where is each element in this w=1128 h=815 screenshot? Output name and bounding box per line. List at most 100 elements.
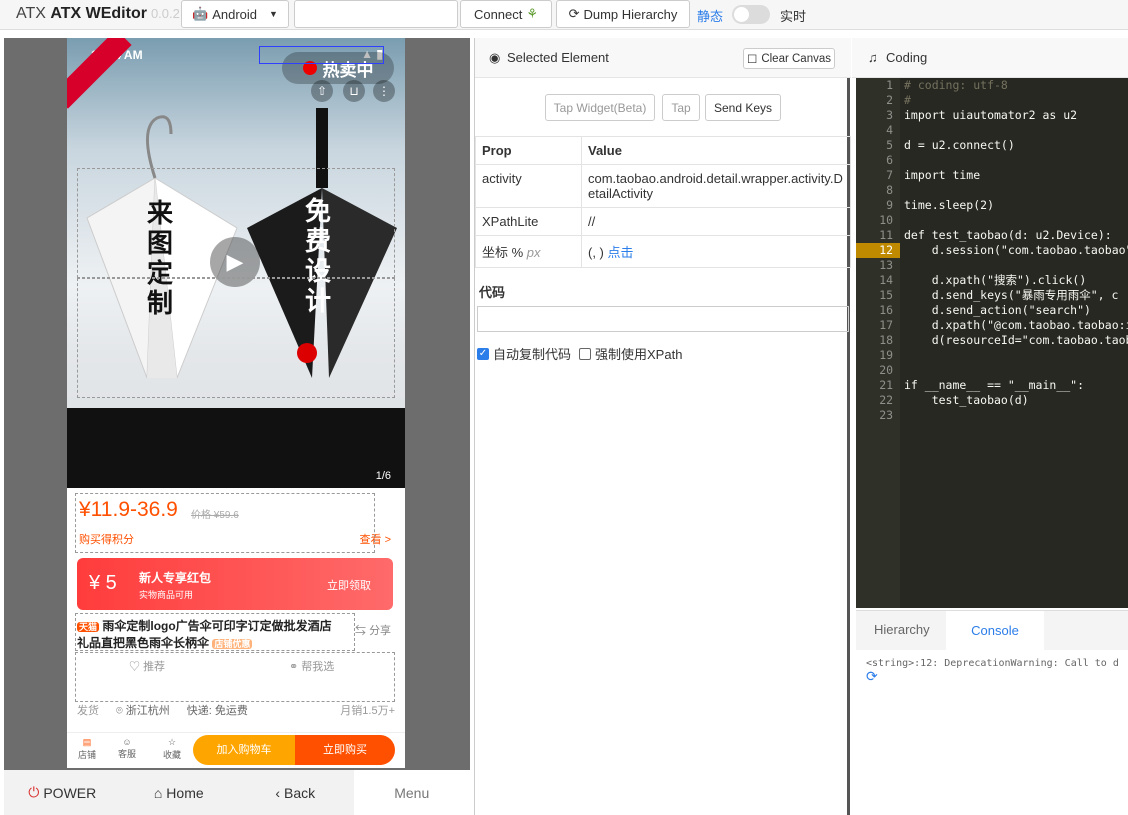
ship-location: 浙江杭州 (125, 705, 170, 717)
ship-from-label: 发货 (77, 705, 99, 717)
clear-canvas-label: Clear Canvas (761, 52, 831, 65)
tab-hierarchy[interactable]: Hierarchy (874, 622, 930, 637)
line-number: 3 (886, 108, 900, 122)
store-icon: ▤ (82, 737, 92, 747)
store-button[interactable]: ▤ 店铺 (77, 737, 97, 761)
buy-now-button[interactable]: 立即购买 (295, 735, 395, 765)
tap-button[interactable]: Tap (662, 94, 700, 121)
code-line[interactable] (904, 258, 1128, 273)
menu-button[interactable]: Menu (353, 770, 470, 815)
realtime-toggle[interactable] (732, 5, 770, 24)
device-nav-bar: ⏻ POWER ⌂ Home ‹ Back Menu (4, 770, 470, 815)
realtime-mode-label: 实时 (780, 9, 807, 24)
power-button[interactable]: ⏻ POWER (4, 770, 121, 815)
coding-header: ♫ Coding (852, 38, 1128, 78)
inspector-panel: ◉ Selected Element ☐ Clear Canvas Tap Wid… (474, 38, 851, 815)
checkbox-icon: ☐ (747, 53, 758, 66)
code-line[interactable] (904, 363, 1128, 378)
value-cell[interactable]: com.taobao.android.detail.wrapper.activi… (581, 164, 851, 208)
connect-button[interactable]: Connect ⚘ (460, 0, 552, 28)
prop-cell: activity (475, 164, 582, 208)
code-line[interactable]: time.sleep(2) (904, 198, 1128, 213)
coord-value: (, ) (588, 245, 604, 260)
code-line[interactable]: d.xpath("搜索").click() (904, 273, 1128, 288)
phone-screen[interactable]: 11:34 AM ▲ ▮ 热卖中 ⇧ ⊔ ⋮ 来图定制 免费设 (67, 38, 405, 768)
code-line[interactable]: import uiautomator2 as u2 (904, 108, 1128, 123)
code-line[interactable] (904, 123, 1128, 138)
code-line[interactable] (904, 153, 1128, 168)
purchase-bar: ▤ 店铺 ☺ 客服 ☆ 收藏 加入购物车 立即购买 (67, 732, 405, 768)
code-line[interactable]: # (904, 93, 1128, 108)
code-label: 代码 (479, 285, 506, 300)
home-button[interactable]: ⌂ Home (121, 770, 238, 815)
code-line[interactable]: test_taobao(d) (904, 393, 1128, 408)
force-xpath-checkbox[interactable] (579, 347, 592, 360)
toggle-knob (734, 7, 749, 22)
code-line[interactable]: d.xpath("@com.taobao.taobao:i (904, 318, 1128, 333)
tap-widget-button[interactable]: Tap Widget(Beta) (545, 94, 655, 121)
back-label: Back (284, 784, 316, 801)
line-number: 18 (879, 333, 900, 347)
code-line[interactable] (904, 408, 1128, 423)
code-editor[interactable]: 1 2 3 4 5 6 7 8 9 10 11 12 13 14 15 16 1… (856, 78, 1128, 608)
code-input[interactable] (477, 306, 849, 332)
coupon-claim[interactable]: 立即领取 (327, 577, 371, 593)
back-button[interactable]: ‹ Back (237, 770, 354, 815)
coding-panel: ♫ Coding 1 2 3 4 5 6 7 8 9 10 11 12 13 1… (852, 38, 1128, 815)
code-line[interactable]: import time (904, 168, 1128, 183)
crowd-silhouette (67, 408, 405, 488)
code-line[interactable] (904, 348, 1128, 363)
device-url-input[interactable] (294, 0, 458, 28)
code-lines[interactable]: # coding: utf-8 # import uiautomator2 as u… (904, 78, 1128, 423)
inspector-header: ◉ Selected Element ☐ Clear Canvas (475, 38, 851, 78)
overlay-box (77, 168, 395, 278)
chat-icon: ☺ (122, 737, 132, 747)
brand-version: 0.0.2 (150, 6, 180, 21)
clear-canvas-button[interactable]: ☐ Clear Canvas (743, 48, 835, 69)
line-number: 16 (879, 303, 900, 317)
code-line[interactable]: d = u2.connect() (904, 138, 1128, 153)
line-number: 20 (879, 363, 900, 377)
chevron-left-icon: ‹ (275, 784, 281, 801)
home-label: Home (166, 784, 204, 801)
power-icon: ⏻ (28, 784, 40, 800)
target-icon: ◉ (489, 50, 501, 65)
share-label: 分享 (369, 625, 392, 637)
star-icon: ☆ (167, 737, 177, 747)
prop-label: 坐标 % (482, 245, 524, 260)
favorite-button[interactable]: ☆ 收藏 (161, 737, 183, 761)
code-line[interactable] (904, 183, 1128, 198)
share-small-icon: ⇆ (355, 625, 366, 637)
code-line[interactable]: d.send_action("search") (904, 303, 1128, 318)
send-keys-button[interactable]: Send Keys (705, 94, 781, 121)
code-line[interactable]: def test_taobao(d: u2.Device): (904, 228, 1128, 243)
code-line[interactable] (904, 213, 1128, 228)
auto-copy-checkbox[interactable]: ✓ (477, 347, 489, 360)
tab-console[interactable]: Console (946, 611, 1044, 651)
add-to-cart-button[interactable]: 加入购物车 (193, 735, 295, 765)
share-button[interactable]: ⇆ 分享 (355, 622, 391, 638)
code-line[interactable]: d.send_keys("暴雨专用雨伞", c (904, 288, 1128, 303)
code-line[interactable]: # coding: utf-8 (904, 78, 1128, 93)
home-icon: ⌂ (153, 784, 163, 801)
coupon-banner[interactable]: ¥ 5 新人专享红包 实物商品可用 立即领取 (77, 558, 393, 610)
caret-down-icon: ▼ (269, 9, 278, 19)
coupon-amount: ¥ 5 (89, 572, 117, 594)
auto-copy-label: 自动复制代码 (493, 347, 572, 362)
service-button[interactable]: ☺ 客服 (117, 737, 137, 760)
code-line[interactable]: d.session("com.taobao.taobao" (904, 243, 1128, 258)
line-number: 14 (879, 273, 900, 287)
code-line[interactable]: d(resourceId="com.taobao.taob (904, 333, 1128, 348)
click-link[interactable]: 点击 (608, 245, 634, 260)
refresh-icon: ⟳ (568, 6, 580, 21)
value-cell[interactable]: // (581, 207, 851, 236)
store-label: 店铺 (77, 750, 96, 760)
platform-select[interactable]: 🤖 Android ▼ (181, 0, 289, 28)
prop-cell: 坐标 % px (475, 235, 582, 268)
code-line[interactable]: if __name__ == "__main__": (904, 378, 1128, 393)
console-line: <string>:12: DeprecationWarning: Call to… (866, 658, 1119, 669)
dump-hierarchy-button[interactable]: ⟳ Dump Hierarchy (556, 0, 690, 28)
line-number: 12 (856, 243, 900, 258)
line-number: 2 (886, 93, 900, 107)
inspector-title: Selected Element (507, 50, 609, 65)
